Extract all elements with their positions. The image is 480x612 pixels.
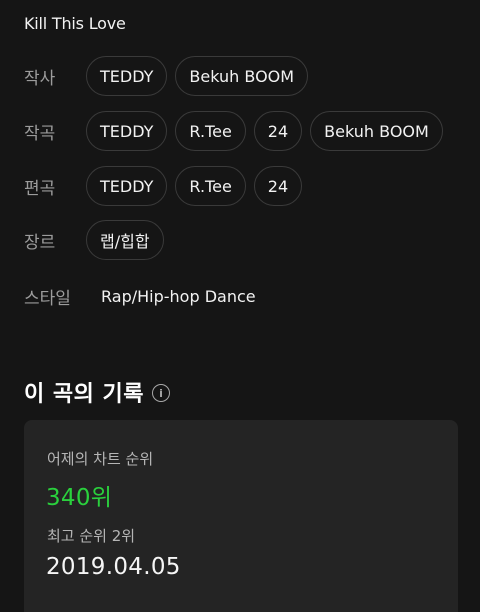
yesterday-rank-value: 340위 <box>46 485 113 511</box>
artist-chip[interactable]: TEDDY <box>86 111 168 151</box>
credit-label-composer: 작곡 <box>24 123 56 144</box>
credit-row-arranger: 편곡 TEDDY R.Tee 24 <box>0 164 480 208</box>
credit-label-arranger: 편곡 <box>24 178 56 199</box>
credit-row-genre: 장르 랩/힙합 <box>0 218 480 262</box>
artist-chip[interactable]: R.Tee <box>175 166 246 206</box>
artist-chip[interactable]: TEDDY <box>86 166 168 206</box>
credit-label-genre: 장르 <box>24 232 56 253</box>
song-detail-page: Kill This Love 작사 TEDDY Bekuh BOOM 작곡 TE… <box>0 0 480 612</box>
credit-row-lyricist: 작사 TEDDY Bekuh BOOM <box>0 54 480 98</box>
artist-chip[interactable]: Bekuh BOOM <box>310 111 443 151</box>
artist-chip[interactable]: 24 <box>253 166 303 206</box>
genre-chips: 랩/힙합 <box>86 220 164 260</box>
composer-chips: TEDDY R.Tee 24 Bekuh BOOM <box>86 111 443 151</box>
record-card: 어제의 차트 순위 340위 최고 순위 2위 2019.04.05 <box>24 420 458 612</box>
best-rank-date: 2019.04.05 <box>46 554 181 580</box>
artist-chip[interactable]: 24 <box>253 111 303 151</box>
artist-chip[interactable]: R.Tee <box>175 111 246 151</box>
genre-chip[interactable]: 랩/힙합 <box>86 220 164 260</box>
credit-label-lyricist: 작사 <box>24 68 56 89</box>
song-title: Kill This Love <box>24 14 126 33</box>
yesterday-rank-label: 어제의 차트 순위 <box>47 450 154 468</box>
artist-chip[interactable]: Bekuh BOOM <box>175 56 309 96</box>
style-value: Rap/Hip-hop Dance <box>101 286 256 306</box>
credit-row-composer: 작곡 TEDDY R.Tee 24 Bekuh BOOM <box>0 109 480 153</box>
credit-label-style: 스타일 <box>24 288 71 309</box>
best-rank-label: 최고 순위 2위 <box>47 527 136 545</box>
records-section-header: 이 곡의 기록 i <box>24 376 171 408</box>
arranger-chips: TEDDY R.Tee 24 <box>86 166 303 206</box>
credit-row-style: 스타일 Rap/Hip-hop Dance <box>0 274 480 318</box>
info-icon[interactable]: i <box>152 384 171 402</box>
records-section-title: 이 곡의 기록 <box>24 382 145 407</box>
artist-chip[interactable]: TEDDY <box>86 56 168 96</box>
lyricist-chips: TEDDY Bekuh BOOM <box>86 56 309 96</box>
